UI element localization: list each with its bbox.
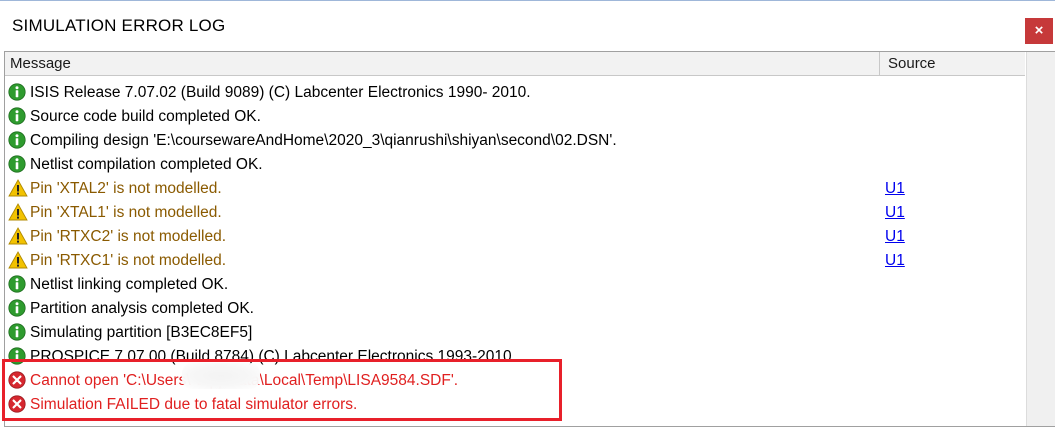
close-icon: × <box>1034 22 1044 39</box>
list-item[interactable]: Partition analysis completed OK. <box>5 297 1025 321</box>
message-text: Compiling design 'E:\coursewareAndHome\2… <box>30 132 617 149</box>
message-text: Netlist compilation completed OK. <box>30 156 263 173</box>
message-text: Pin 'RTXC1' is not modelled. <box>30 252 227 269</box>
message-text: Pin 'RTXC2' is not modelled. <box>30 228 227 245</box>
info-icon <box>8 83 26 101</box>
error-icon <box>8 395 26 413</box>
list-item[interactable]: Pin 'XTAL2' is not modelled. U1 <box>5 177 1025 201</box>
message-text: PROSPICE 7.07.00 (Build 8784) (C) Labcen… <box>30 348 516 365</box>
info-icon <box>8 107 26 125</box>
column-header-message[interactable]: Message <box>5 52 880 75</box>
warning-icon <box>8 203 28 221</box>
list-item[interactable]: Cannot open 'C:\Users\ \AppData\Local\Te… <box>5 369 1025 393</box>
info-icon <box>8 155 26 173</box>
warning-icon <box>8 179 28 197</box>
info-icon <box>8 131 26 149</box>
list-item[interactable]: Simulating partition [B3EC8EF5] <box>5 321 1025 345</box>
log-list[interactable]: Message Source ISIS Release 7.07.02 (Bui… <box>4 51 1055 427</box>
source-link[interactable]: U1 <box>885 228 905 246</box>
message-text: Partition analysis completed OK. <box>30 300 254 317</box>
list-item[interactable]: Netlist compilation completed OK. <box>5 153 1025 177</box>
message-text: Source code build completed OK. <box>30 108 261 125</box>
redacted-username <box>182 363 260 389</box>
info-icon <box>8 323 26 341</box>
info-icon <box>8 347 26 365</box>
message-text: Pin 'XTAL2' is not modelled. <box>30 180 222 197</box>
list-item[interactable]: Pin 'RTXC2' is not modelled. U1 <box>5 225 1025 249</box>
title-bar: SIMULATION ERROR LOG × <box>0 1 1055 45</box>
simulation-error-log-window: SIMULATION ERROR LOG × Message Source IS… <box>0 0 1055 428</box>
message-text: Pin 'XTAL1' is not modelled. <box>30 204 222 221</box>
info-icon <box>8 299 26 317</box>
source-link[interactable]: U1 <box>885 180 905 198</box>
column-header-source[interactable]: Source <box>880 52 1028 75</box>
list-item[interactable]: Netlist linking completed OK. <box>5 273 1025 297</box>
list-item[interactable]: PROSPICE 7.07.00 (Build 8784) (C) Labcen… <box>5 345 1025 369</box>
list-item[interactable]: Simulation FAILED due to fatal simulator… <box>5 393 1025 417</box>
message-text: Netlist linking completed OK. <box>30 276 229 293</box>
message-text: ISIS Release 7.07.02 (Build 9089) (C) La… <box>30 84 531 101</box>
vertical-scrollbar[interactable] <box>1026 52 1055 426</box>
info-icon <box>8 275 26 293</box>
list-item[interactable]: ISIS Release 7.07.02 (Build 9089) (C) La… <box>5 81 1025 105</box>
close-button[interactable]: × <box>1025 18 1053 44</box>
list-item[interactable]: Pin 'XTAL1' is not modelled. U1 <box>5 201 1025 225</box>
window-title: SIMULATION ERROR LOG <box>12 16 226 35</box>
message-text: Simulating partition [B3EC8EF5] <box>30 324 253 341</box>
log-rows: ISIS Release 7.07.02 (Build 9089) (C) La… <box>5 81 1025 417</box>
source-link[interactable]: U1 <box>885 204 905 222</box>
list-item[interactable]: Compiling design 'E:\coursewareAndHome\2… <box>5 129 1025 153</box>
list-header: Message Source <box>5 52 1028 76</box>
source-link[interactable]: U1 <box>885 252 905 270</box>
warning-icon <box>8 251 28 269</box>
list-item[interactable]: Source code build completed OK. <box>5 105 1025 129</box>
warning-icon <box>8 227 28 245</box>
message-text: Simulation FAILED due to fatal simulator… <box>30 396 358 413</box>
list-item[interactable]: Pin 'RTXC1' is not modelled. U1 <box>5 249 1025 273</box>
error-icon <box>8 371 26 389</box>
